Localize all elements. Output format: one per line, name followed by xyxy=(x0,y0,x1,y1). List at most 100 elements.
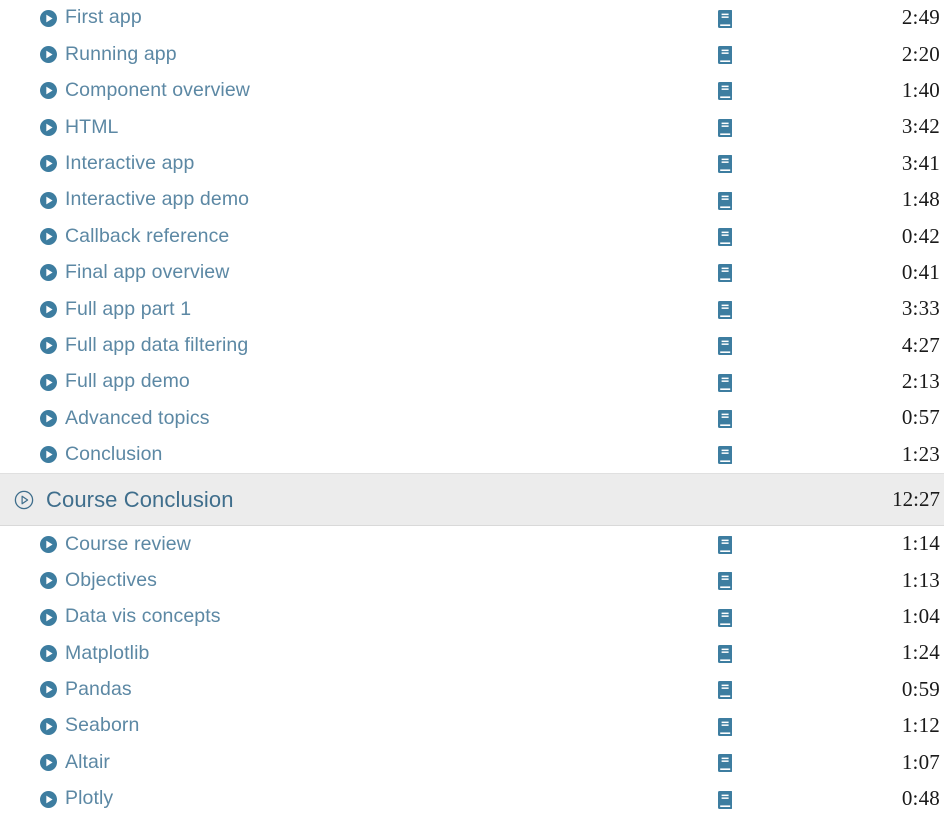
lecture-row[interactable]: First app 2:49 xyxy=(0,0,944,37)
lecture-title[interactable]: Full app demo xyxy=(65,372,190,392)
lecture-title[interactable]: Plotly xyxy=(65,789,113,809)
play-circle-filled-icon[interactable] xyxy=(40,717,57,735)
duration-cell: 1:40 xyxy=(844,79,944,102)
book-icon[interactable] xyxy=(718,608,733,627)
play-circle-filled-icon[interactable] xyxy=(40,644,57,662)
section-title: Course Conclusion xyxy=(46,486,234,512)
book-icon[interactable] xyxy=(718,118,733,137)
resource-cell xyxy=(694,409,844,428)
lecture-title[interactable]: Conclusion xyxy=(65,445,162,465)
play-circle-filled-icon[interactable] xyxy=(40,82,57,100)
book-icon[interactable] xyxy=(718,191,733,210)
lecture-row[interactable]: Pandas 0:59 xyxy=(0,671,944,709)
play-circle-filled-icon[interactable] xyxy=(40,608,57,626)
lecture-title[interactable]: Altair xyxy=(65,752,110,773)
duration-cell: 2:49 xyxy=(844,7,944,29)
lecture-row[interactable]: Conclusion 1:23 xyxy=(0,436,944,474)
lecture-row[interactable]: Final app overview 0:41 xyxy=(0,254,944,292)
lecture-row[interactable]: Data vis concepts 1:04 xyxy=(0,598,944,636)
lecture-title[interactable]: Advanced topics xyxy=(65,408,210,429)
resource-cell xyxy=(694,46,844,65)
section-header-course-conclusion[interactable]: Course Conclusion 12:27 xyxy=(0,473,944,527)
play-circle-filled-icon[interactable] xyxy=(40,790,57,808)
lecture-title[interactable]: Interactive app demo xyxy=(65,190,249,210)
lecture-title[interactable]: First app xyxy=(65,8,142,28)
book-icon[interactable] xyxy=(718,373,733,392)
book-icon[interactable] xyxy=(718,155,733,174)
play-circle-filled-icon[interactable] xyxy=(40,9,57,27)
play-circle-filled-icon[interactable] xyxy=(40,228,57,246)
book-icon[interactable] xyxy=(718,681,733,700)
book-icon[interactable] xyxy=(718,300,733,319)
play-circle-filled-icon[interactable] xyxy=(40,409,57,427)
book-icon[interactable] xyxy=(718,535,733,554)
book-icon[interactable] xyxy=(718,409,733,428)
duration-cell: 1:07 xyxy=(844,751,944,774)
play-circle-filled-icon[interactable] xyxy=(40,754,57,772)
resource-cell xyxy=(694,681,844,700)
play-circle-filled-icon[interactable] xyxy=(40,155,57,173)
lecture-row[interactable]: Course review 1:14 xyxy=(0,526,944,563)
duration-cell: 3:42 xyxy=(844,116,944,138)
resource-cell xyxy=(694,572,844,591)
book-icon[interactable] xyxy=(718,46,733,65)
lecture-title[interactable]: Running app xyxy=(65,44,177,65)
play-circle-filled-icon[interactable] xyxy=(40,572,57,590)
lecture-row[interactable]: Component overview 1:40 xyxy=(0,72,944,110)
resource-cell xyxy=(694,535,844,554)
book-icon[interactable] xyxy=(718,790,733,809)
lecture-title[interactable]: Full app data filtering xyxy=(65,335,248,356)
lecture-title[interactable]: Full app part 1 xyxy=(65,299,191,320)
book-icon[interactable] xyxy=(718,9,733,28)
lecture-row[interactable]: Full app data filtering 4:27 xyxy=(0,327,944,364)
lecture-title[interactable]: Seaborn xyxy=(65,716,139,736)
lecture-duration: 2:13 xyxy=(901,369,940,394)
resource-cell xyxy=(694,790,844,809)
lecture-duration: 0:41 xyxy=(901,259,940,284)
play-circle-filled-icon[interactable] xyxy=(40,337,57,355)
play-circle-filled-icon[interactable] xyxy=(40,118,57,136)
lecture-row[interactable]: Interactive app 3:41 xyxy=(0,145,944,182)
lecture-title[interactable]: Data vis concepts xyxy=(65,607,221,627)
lecture-title[interactable]: Matplotlib xyxy=(65,643,149,664)
lecture-title[interactable]: Callback reference xyxy=(65,226,229,247)
play-circle-filled-icon[interactable] xyxy=(40,446,57,464)
resource-cell xyxy=(694,155,844,174)
lecture-title[interactable]: Pandas xyxy=(65,680,132,700)
book-icon[interactable] xyxy=(718,82,733,101)
play-circle-filled-icon[interactable] xyxy=(40,373,57,391)
lecture-row[interactable]: HTML 3:42 xyxy=(0,109,944,146)
lecture-row[interactable]: Interactive app demo 1:48 xyxy=(0,181,944,219)
lecture-title[interactable]: Course review xyxy=(65,534,191,555)
lecture-title[interactable]: Component overview xyxy=(65,81,250,101)
play-circle-filled-icon[interactable] xyxy=(40,300,57,318)
lecture-row[interactable]: Advanced topics 0:57 xyxy=(0,400,944,437)
duration-cell: 4:27 xyxy=(844,334,944,357)
lecture-row[interactable]: Full app demo 2:13 xyxy=(0,363,944,401)
lecture-title[interactable]: Objectives xyxy=(65,570,157,591)
play-circle-filled-icon[interactable] xyxy=(40,535,57,553)
lecture-title[interactable]: Interactive app xyxy=(65,153,194,174)
lecture-title[interactable]: Final app overview xyxy=(65,263,229,283)
play-circle-filled-icon[interactable] xyxy=(40,46,57,64)
lecture-title[interactable]: HTML xyxy=(65,117,118,138)
book-icon[interactable] xyxy=(718,572,733,591)
lecture-row[interactable]: Callback reference 0:42 xyxy=(0,218,944,255)
play-circle-filled-icon[interactable] xyxy=(40,264,57,282)
lecture-row[interactable]: Objectives 1:13 xyxy=(0,562,944,599)
book-icon[interactable] xyxy=(718,446,733,465)
play-circle-filled-icon[interactable] xyxy=(40,191,57,209)
lecture-row[interactable]: Matplotlib 1:24 xyxy=(0,635,944,672)
book-icon[interactable] xyxy=(718,228,733,247)
lecture-row[interactable]: Full app part 1 3:33 xyxy=(0,291,944,328)
book-icon[interactable] xyxy=(718,264,733,283)
book-icon[interactable] xyxy=(718,754,733,773)
lecture-row[interactable]: Seaborn 1:12 xyxy=(0,708,944,745)
lecture-row[interactable]: Plotly 0:48 xyxy=(0,780,944,817)
play-circle-filled-icon[interactable] xyxy=(40,681,57,699)
book-icon[interactable] xyxy=(718,644,733,663)
book-icon[interactable] xyxy=(718,717,733,736)
lecture-row[interactable]: Running app 2:20 xyxy=(0,36,944,73)
lecture-row[interactable]: Altair 1:07 xyxy=(0,744,944,781)
book-icon[interactable] xyxy=(718,337,733,356)
